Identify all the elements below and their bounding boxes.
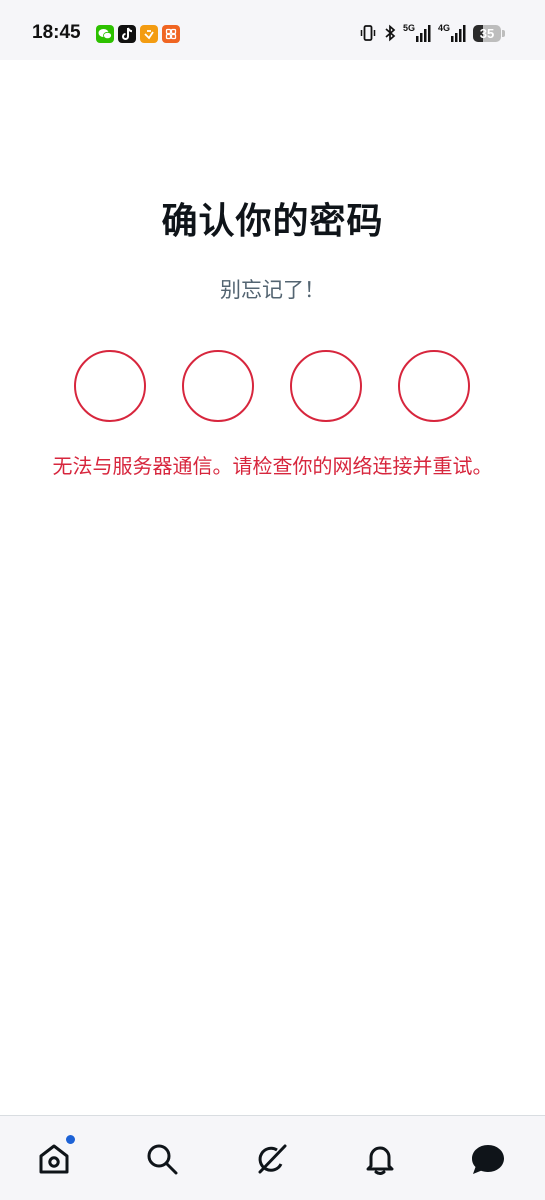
page-title: 确认你的密码: [161, 201, 384, 242]
status-time: 18:45: [32, 22, 81, 43]
bottom-nav: [0, 1115, 545, 1200]
pin-digit-4[interactable]: [398, 350, 470, 422]
app-grid-icon: [162, 25, 180, 43]
pin-input[interactable]: [74, 350, 474, 422]
notification-app-icons: [96, 25, 180, 43]
signal-bars-icon: [415, 25, 431, 42]
status-indicators: 5G 4G 35: [359, 24, 505, 42]
pin-digit-2[interactable]: [182, 350, 254, 422]
nav-home[interactable]: [36, 1135, 75, 1177]
error-message: 无法与服务器通信。请检查你的网络连接并重试。: [52, 454, 493, 478]
home-badge: [66, 1135, 75, 1144]
screen: 18:45 5G 4G 35 确认你的密码 别忘记了！ 无法与服务器通信。请检查…: [0, 0, 545, 1200]
battery-indicator: 35: [473, 24, 505, 42]
messages-icon: [472, 1145, 504, 1174]
signal-5g: 5G: [403, 24, 432, 42]
battery-level: 35: [479, 25, 495, 41]
pin-digit-3[interactable]: [290, 350, 362, 422]
battery-nub: [502, 29, 505, 37]
app-heart-icon: [140, 25, 158, 43]
tiktok-icon: [118, 25, 136, 43]
network-5g-label: 5G: [402, 23, 415, 33]
network-4g-label: 4G: [437, 23, 450, 33]
bell-icon: [366, 1146, 394, 1175]
search-icon: [147, 1144, 178, 1175]
nav-notifications[interactable]: [362, 1141, 398, 1177]
page-subtitle: 别忘记了！: [220, 278, 325, 302]
grok-icon: [258, 1144, 287, 1174]
battery-icon: 35: [473, 24, 501, 42]
home-icon: [39, 1144, 69, 1174]
nav-search[interactable]: [144, 1141, 180, 1177]
nav-messages[interactable]: [470, 1141, 506, 1177]
bluetooth-icon: [385, 24, 396, 42]
vibrate-icon: [360, 25, 376, 41]
nav-grok[interactable]: [254, 1141, 290, 1177]
signal-bars-icon: [451, 25, 466, 42]
pin-digit-1[interactable]: [74, 350, 146, 422]
status-bar: 18:45 5G 4G 35: [0, 0, 545, 60]
wechat-icon: [96, 25, 114, 43]
signal-4g: 4G: [438, 24, 467, 42]
